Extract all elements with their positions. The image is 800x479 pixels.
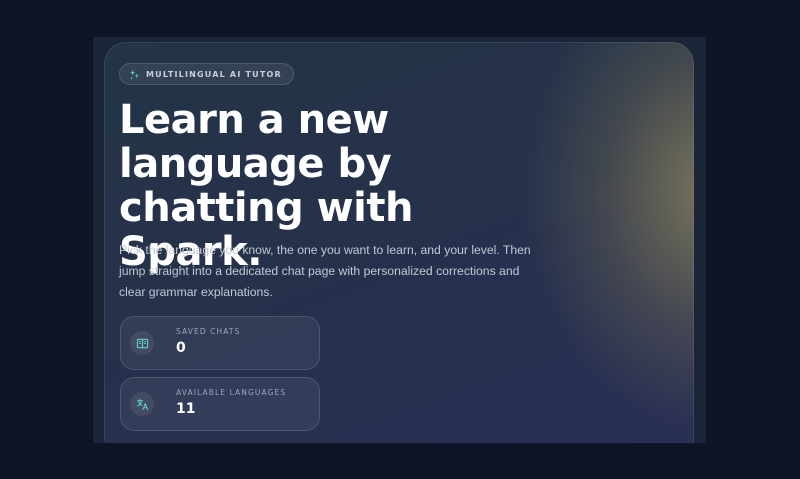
tutor-badge: MULTILINGUAL AI TUTOR [119, 63, 294, 85]
stat-label: SAVED CHATS [176, 327, 241, 336]
stat-card-saved-chats: SAVED CHATS 0 [120, 316, 320, 370]
hero-description: Pick the language you know, the one you … [119, 243, 531, 299]
badge-label: MULTILINGUAL AI TUTOR [146, 69, 282, 79]
stat-icon-wrap [130, 392, 154, 416]
stat-label: AVAILABLE LANGUAGES [176, 388, 287, 397]
page-background-strip [0, 443, 800, 479]
stat-card-available-languages: AVAILABLE LANGUAGES 11 [120, 377, 320, 431]
stat-value: 0 [176, 340, 186, 356]
book-icon [136, 338, 148, 348]
stat-value: 11 [176, 401, 196, 417]
stat-icon-wrap [130, 331, 154, 355]
hero-card: MULTILINGUAL AI TUTOR Learn a new langua… [104, 42, 694, 462]
translate-icon [136, 398, 148, 410]
sparkle-icon [129, 69, 140, 80]
